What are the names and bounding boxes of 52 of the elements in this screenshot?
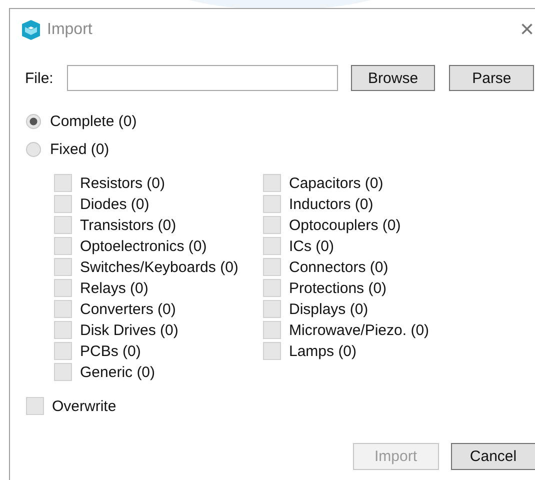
checkbox[interactable] (54, 195, 72, 213)
checkbox-label: Optoelectronics (0) (80, 238, 207, 254)
checkbox-label: Diodes (0) (80, 196, 150, 212)
checkbox[interactable] (54, 174, 72, 192)
checkbox-label: Switches/Keyboards (0) (80, 258, 238, 276)
radio-button[interactable] (26, 114, 41, 128)
checkbox[interactable] (263, 342, 281, 360)
browse-button[interactable]: Browse (350, 65, 436, 91)
checkbox-label: Generic (0) (80, 364, 156, 380)
checkbox-label: ICs (0) (289, 238, 334, 254)
checkbox[interactable] (54, 237, 72, 255)
checkbox-label: Optocouplers (0) (289, 216, 401, 234)
parse-button[interactable]: Parse (449, 65, 534, 91)
checkbox-label: Overwrite (52, 398, 116, 414)
checkbox[interactable] (263, 258, 281, 276)
close-icon[interactable]: × (520, 18, 534, 42)
checkbox[interactable] (263, 174, 281, 192)
checkbox-label: Disk Drives (0) (80, 322, 178, 338)
checkbox[interactable] (54, 363, 72, 381)
checkbox[interactable] (54, 321, 72, 339)
radio-button[interactable] (26, 142, 41, 156)
checkbox-label: Inductors (0) (289, 196, 374, 212)
checkbox-label: Capacitors (0) (289, 174, 384, 192)
checkbox-label: PCBs (0) (80, 342, 141, 360)
radio-label: Fixed (0) (50, 140, 110, 158)
checkbox-label: Converters (0) (80, 300, 176, 318)
checkbox-label: Transistors (0) (80, 216, 176, 234)
checkbox-label: Relays (0) (80, 280, 148, 296)
checkbox[interactable] (54, 300, 72, 318)
checkbox-label: Microwave/Piezo. (0) (289, 322, 430, 338)
checkbox-label: Protections (0) (289, 280, 387, 296)
radio-label: Complete (0) (50, 112, 137, 130)
checkbox-label: Connectors (0) (289, 258, 388, 276)
checkbox[interactable] (26, 397, 44, 415)
checkbox-label: Resistors (0) (80, 174, 166, 192)
file-label: File: (25, 70, 54, 86)
checkbox[interactable] (263, 195, 281, 213)
checkbox[interactable] (263, 216, 281, 234)
checkbox[interactable] (263, 300, 281, 318)
checkbox[interactable] (263, 321, 281, 339)
checkbox[interactable] (54, 279, 72, 297)
file-field[interactable] (66, 65, 338, 91)
app-logo-icon (20, 19, 42, 41)
checkbox[interactable] (263, 237, 281, 255)
cancel-button[interactable]: Cancel (450, 443, 535, 470)
checkbox[interactable] (54, 216, 72, 234)
checkbox-label: Lamps (0) (289, 342, 357, 360)
window-title: Import (47, 21, 92, 39)
checkbox[interactable] (54, 258, 72, 276)
checkbox[interactable] (54, 342, 72, 360)
checkbox-label: Displays (0) (289, 300, 368, 318)
checkbox[interactable] (263, 279, 281, 297)
